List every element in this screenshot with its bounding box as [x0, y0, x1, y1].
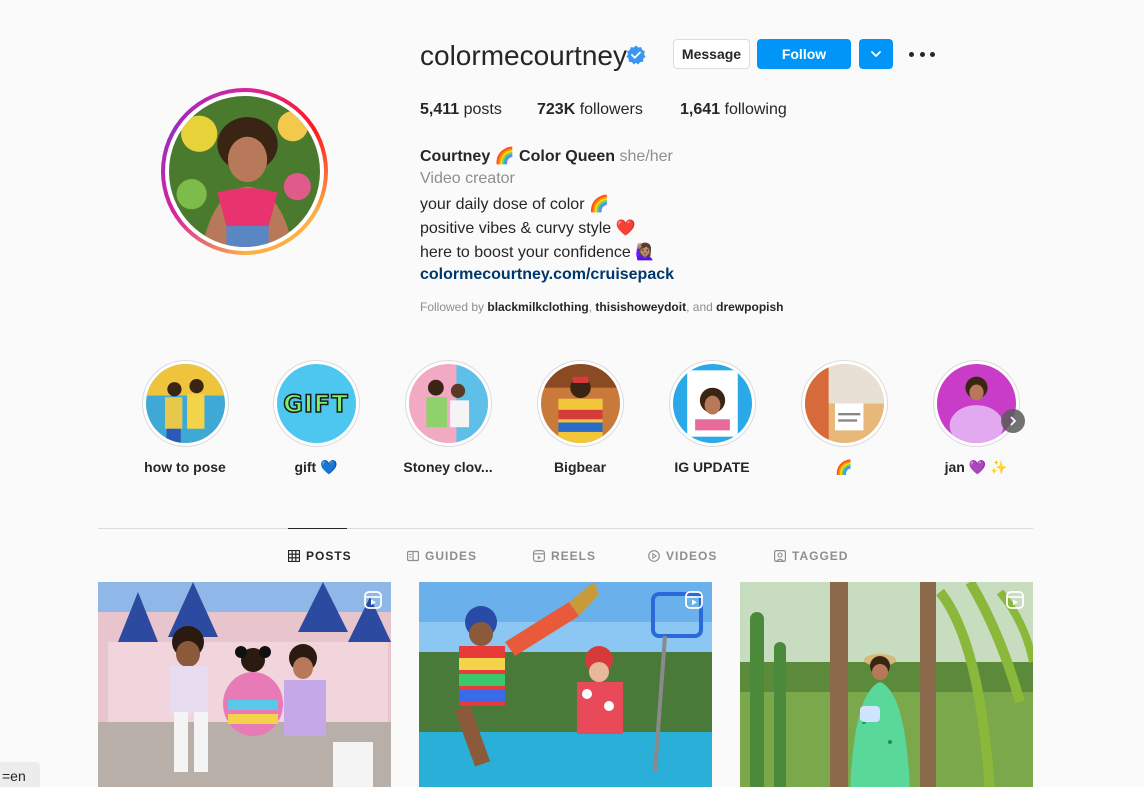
guides-icon — [407, 550, 419, 562]
tab-guides[interactable]: GUIDES — [407, 549, 477, 563]
followed-by-user[interactable]: drewpopish — [716, 300, 783, 314]
profile-page: colormecourtney Message Follow 5,411 pos… — [0, 0, 1144, 787]
posts-count-label: posts — [463, 101, 502, 118]
bio-text-line-2: positive vibes & curvy style ❤️ — [420, 220, 636, 237]
followed-by-user[interactable]: blackmilkclothing — [487, 300, 588, 314]
followers-link[interactable]: 723K followers — [537, 101, 643, 119]
reel-icon — [685, 591, 703, 609]
tab-reels[interactable]: REELS — [533, 549, 596, 563]
highlight-label: jan 💜 ✨ — [944, 459, 1008, 475]
followers-count-value: 723K — [537, 101, 576, 118]
reel-icon — [1006, 591, 1024, 609]
tab-videos[interactable]: VIDEOS — [648, 549, 717, 563]
language-hint: =en — [0, 762, 40, 787]
profile-avatar[interactable] — [161, 88, 328, 255]
active-tab-indicator — [288, 528, 347, 529]
following-count-value: 1,641 — [680, 101, 721, 118]
followed-by: Followed by blackmilkclothing, thisishow… — [420, 300, 784, 314]
reels-icon — [533, 550, 545, 562]
post-thumbnail[interactable] — [419, 582, 712, 787]
suggested-dropdown-button[interactable] — [859, 39, 893, 69]
play-circle-icon — [648, 550, 660, 562]
highlight-gift[interactable]: GIFT gift 💙 — [261, 360, 371, 476]
bio-name-line: Courtney 🌈 Color Queen she/her — [420, 146, 673, 166]
highlight-rainbow[interactable]: 🌈 — [789, 360, 899, 476]
tab-label: GUIDES — [425, 549, 478, 563]
highlight-label: 🌈 — [835, 459, 853, 475]
post-thumbnail[interactable] — [740, 582, 1033, 787]
tabs-divider — [98, 528, 1033, 529]
bio-pronouns: she/her — [619, 148, 673, 165]
grid-icon — [288, 550, 300, 562]
highlight-label: how to pose — [144, 459, 226, 475]
followed-by-prefix: Followed by — [420, 300, 485, 314]
follow-button[interactable]: Follow — [757, 39, 851, 69]
tab-posts[interactable]: POSTS — [288, 549, 352, 563]
message-button[interactable]: Message — [673, 39, 750, 69]
tab-label: TAGGED — [792, 549, 849, 563]
post-thumbnail[interactable] — [98, 582, 391, 787]
followed-by-user[interactable]: thisishoweydoit — [595, 300, 686, 314]
tab-tagged[interactable]: TAGGED — [774, 549, 848, 563]
posts-count-value: 5,411 — [420, 101, 460, 118]
reel-icon — [364, 591, 382, 609]
following-count-label: following — [724, 101, 787, 118]
highlight-bigbear[interactable]: Bigbear — [525, 360, 635, 475]
verified-badge-icon — [626, 45, 646, 65]
highlight-stoney-clover[interactable]: Stoney clov... — [393, 360, 503, 475]
highlight-label: IG UPDATE — [674, 459, 750, 475]
bio-text-line-3: here to boost your confidence 🙋🏽‍♀️ — [420, 244, 656, 261]
chevron-down-icon — [871, 51, 881, 57]
profile-username: colormecourtney — [420, 40, 627, 71]
highlights-next-button[interactable] — [1001, 409, 1025, 433]
bio-text-line-1: your daily dose of color 🌈 — [420, 196, 609, 213]
followed-by-separator: , — [588, 300, 593, 314]
more-options-icon[interactable] — [909, 44, 935, 64]
bio-name: Courtney 🌈 Color Queen — [420, 148, 616, 165]
bio-link[interactable]: colormecourtney.com/cruisepack — [420, 266, 674, 283]
followed-by-separator: , and — [686, 300, 713, 314]
tab-label: REELS — [551, 549, 597, 563]
highlight-label: Bigbear — [553, 459, 607, 475]
highlight-ig-update[interactable]: IG UPDATE — [657, 360, 767, 475]
highlight-label: Stoney clov... — [403, 459, 493, 475]
tab-label: VIDEOS — [666, 549, 718, 563]
bio-category: Video creator — [420, 170, 515, 187]
following-link[interactable]: 1,641 following — [680, 101, 787, 119]
highlight-label: gift 💙 — [294, 459, 338, 475]
highlight-how-to-pose[interactable]: how to pose — [130, 360, 240, 475]
followers-count-label: followers — [579, 101, 643, 118]
tagged-icon — [774, 550, 786, 562]
posts-count: 5,411 posts — [420, 101, 502, 119]
highlight-gift-text: GIFT — [283, 389, 349, 419]
tab-label: POSTS — [306, 549, 352, 563]
chevron-right-icon — [1010, 416, 1016, 426]
